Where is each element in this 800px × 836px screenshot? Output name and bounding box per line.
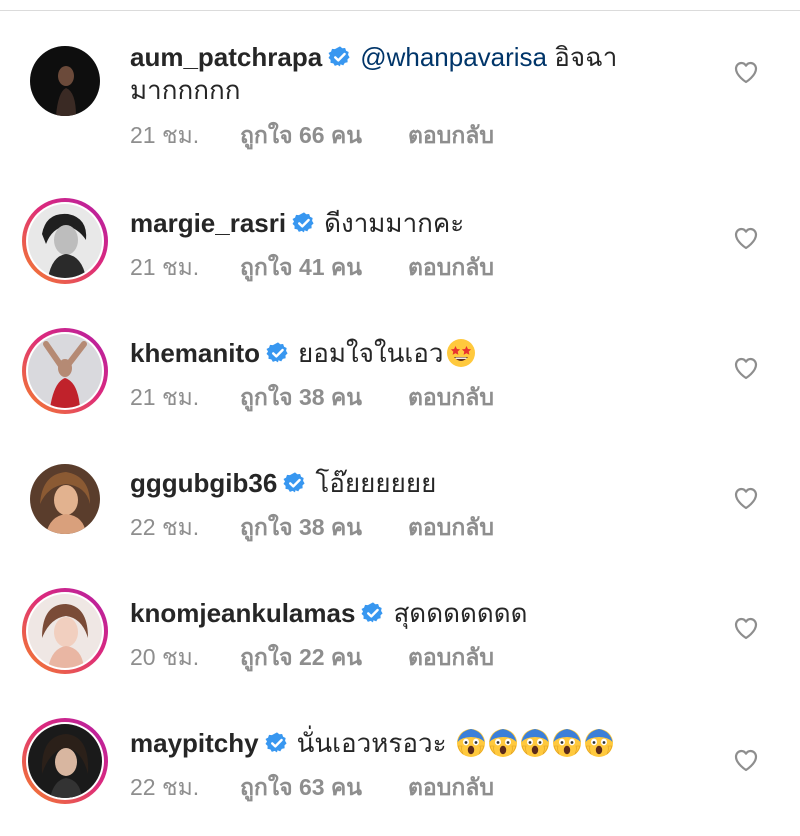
comment-meta: 21 ชม. ถูกใจ 38 คน ตอบกลับ [130, 382, 720, 412]
comment-meta: 22 ชม. ถูกใจ 63 คน ตอบกลับ [130, 772, 720, 802]
heart-outline-icon[interactable] [733, 616, 759, 640]
avatar-photo [28, 724, 102, 798]
comment-time[interactable]: 21 ชม. [130, 382, 240, 412]
avatar-photo [30, 46, 100, 116]
comment-text: ยอมใจในเอว [298, 338, 444, 368]
heart-outline-icon[interactable] [733, 486, 759, 510]
likes-count[interactable]: ถูกใจ 63 คน [240, 772, 408, 802]
comment-item: aum_patchrapa @whanpavarisa อิจฉา มากกกกก… [0, 40, 800, 160]
avatar-photo [28, 334, 102, 408]
comment-text: อิจฉา [554, 42, 618, 72]
top-divider [0, 10, 800, 11]
screaming-in-fear-emoji [456, 728, 486, 758]
star-struck-emoji [446, 338, 476, 368]
comment-text: ดีงามมากคะ [324, 208, 465, 238]
reply-button[interactable]: ตอบกลับ [408, 772, 494, 802]
likes-count[interactable]: ถูกใจ 66 คน [240, 120, 408, 150]
comment-text-continued: มากกกกก [130, 75, 241, 105]
avatar[interactable] [22, 718, 108, 804]
screaming-in-fear-emoji [584, 728, 614, 758]
username[interactable]: aum_patchrapa [130, 42, 322, 72]
comment-time[interactable]: 22 ชม. [130, 772, 240, 802]
avatar[interactable] [22, 328, 108, 414]
comment-text: โอ๊ยยยยยย [315, 468, 437, 498]
comment-content: aum_patchrapa @whanpavarisa อิจฉา มากกกกก… [130, 40, 720, 150]
avatar-photo [30, 464, 100, 534]
mention-link[interactable]: @whanpavarisa [360, 42, 547, 72]
comment-content: gggubgib36 โอ๊ยยยยยย 22 ชม. ถูกใจ 38 คน ตอบ… [130, 466, 720, 542]
reply-button[interactable]: ตอบกลับ [408, 252, 494, 282]
heart-outline-icon[interactable] [733, 60, 759, 84]
heart-outline-icon[interactable] [733, 356, 759, 380]
comment-content: knomjeankulamas สุดดดดดดด 20 ชม. ถูกใจ 22 … [130, 596, 720, 672]
avatar-photo [28, 594, 102, 668]
verified-badge-icon [361, 601, 385, 625]
comment-content: khemanito ยอมใจในเอว 21 ชม. ถูกใจ 38 คน ตอบ… [130, 336, 720, 412]
verified-badge-icon [283, 471, 307, 495]
screaming-in-fear-emoji [552, 728, 582, 758]
comment-item: knomjeankulamas สุดดดดดดด 20 ชม. ถูกใจ 22 … [0, 586, 800, 706]
avatar[interactable] [22, 456, 108, 542]
comment-time[interactable]: 22 ชม. [130, 512, 240, 542]
heart-outline-icon[interactable] [733, 226, 759, 250]
comment-item: khemanito ยอมใจในเอว 21 ชม. ถูกใจ 38 คน ตอบ… [0, 326, 800, 446]
reply-button[interactable]: ตอบกลับ [408, 512, 494, 542]
reply-button[interactable]: ตอบกลับ [408, 382, 494, 412]
reply-button[interactable]: ตอบกลับ [408, 642, 494, 672]
comment-meta: 21 ชม. ถูกใจ 41 คน ตอบกลับ [130, 252, 720, 282]
comment-time[interactable]: 20 ชม. [130, 642, 240, 672]
likes-count[interactable]: ถูกใจ 38 คน [240, 512, 408, 542]
username[interactable]: knomjeankulamas [130, 598, 355, 628]
avatar-photo [28, 204, 102, 278]
screaming-in-fear-emoji [488, 728, 518, 758]
likes-count[interactable]: ถูกใจ 22 คน [240, 642, 408, 672]
screaming-in-fear-emoji [520, 728, 550, 758]
avatar[interactable] [22, 588, 108, 674]
avatar[interactable] [22, 38, 108, 124]
verified-badge-icon [266, 341, 290, 365]
comment-time[interactable]: 21 ชม. [130, 120, 240, 150]
comment-text: สุดดดดดดด [393, 598, 528, 628]
likes-count[interactable]: ถูกใจ 38 คน [240, 382, 408, 412]
username[interactable]: gggubgib36 [130, 468, 277, 498]
comment-meta: 22 ชม. ถูกใจ 38 คน ตอบกลับ [130, 512, 720, 542]
comment-meta: 21 ชม. ถูกใจ 66 คน ตอบกลับ [130, 120, 720, 150]
reply-button[interactable]: ตอบกลับ [408, 120, 494, 150]
comment-item: maypitchy นั่นเอวหรอวะ 22 ชม. ถูกใจ 63 คนต… [0, 716, 800, 836]
avatar[interactable] [22, 198, 108, 284]
comment-content: maypitchy นั่นเอวหรอวะ 22 ชม. ถูกใจ 63 คนต… [130, 726, 720, 802]
comment-item: gggubgib36 โอ๊ยยยยยย 22 ชม. ถูกใจ 38 คน ตอบ… [0, 456, 800, 576]
username[interactable]: maypitchy [130, 728, 259, 758]
heart-outline-icon[interactable] [733, 748, 759, 772]
likes-count[interactable]: ถูกใจ 41 คน [240, 252, 408, 282]
verified-badge-icon [292, 211, 316, 235]
verified-badge-icon [328, 45, 352, 69]
username[interactable]: margie_rasri [130, 208, 286, 238]
verified-badge-icon [265, 731, 289, 755]
username[interactable]: khemanito [130, 338, 260, 368]
comment-content: margie_rasri ดีงามมากคะ 21 ชม. ถูกใจ 41 คน… [130, 206, 720, 282]
comment-text: นั่นเอวหรอวะ [296, 728, 447, 758]
comment-meta: 20 ชม. ถูกใจ 22 คน ตอบกลับ [130, 642, 720, 672]
comment-item: margie_rasri ดีงามมากคะ 21 ชม. ถูกใจ 41 คน… [0, 198, 800, 318]
comment-time[interactable]: 21 ชม. [130, 252, 240, 282]
